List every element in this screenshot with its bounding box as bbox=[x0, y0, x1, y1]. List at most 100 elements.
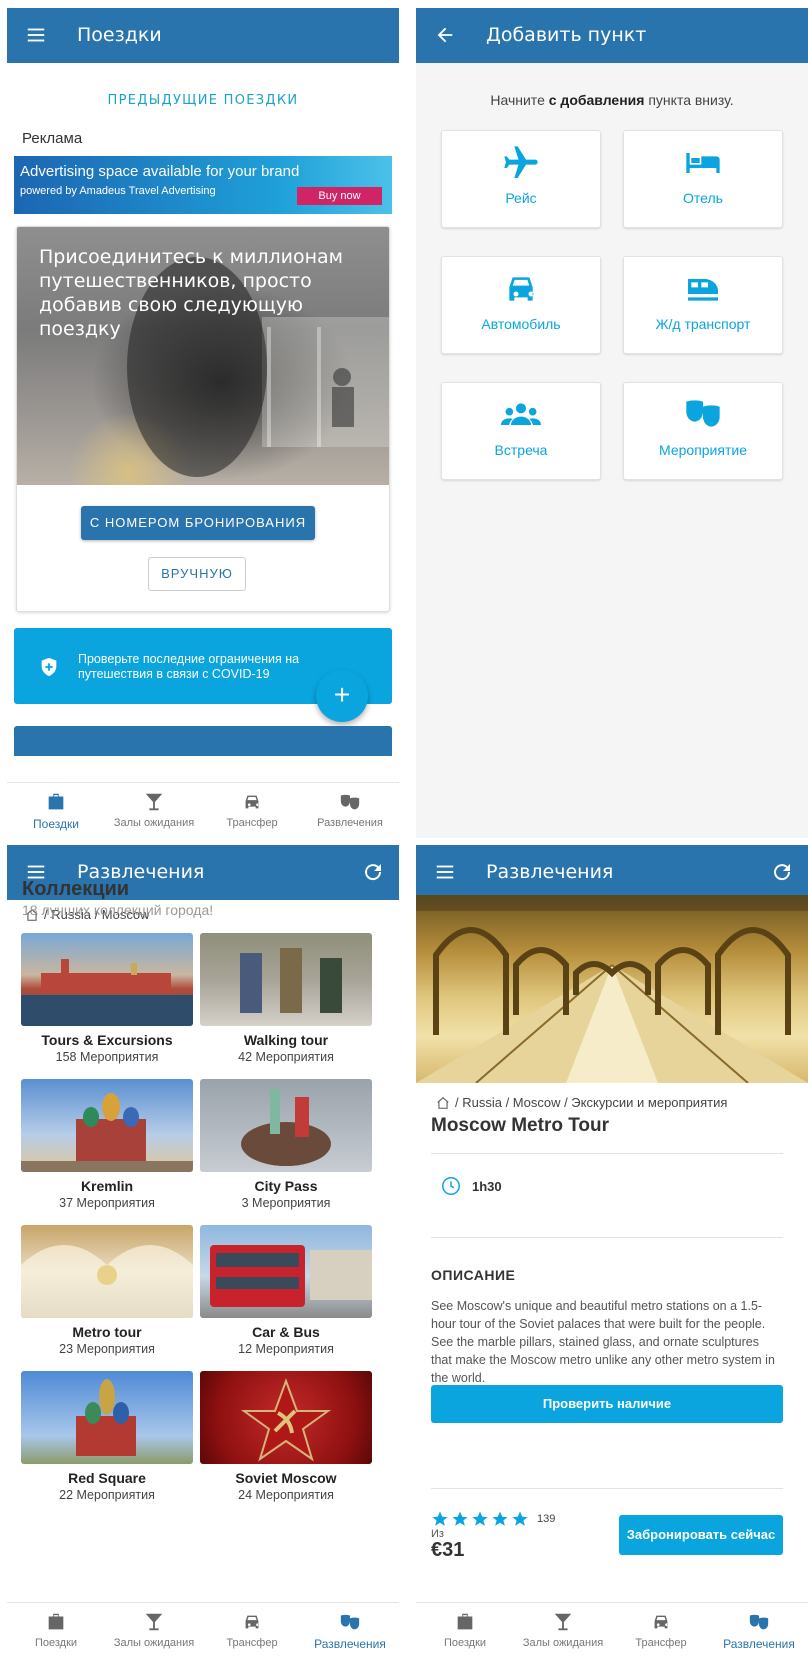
collection-card[interactable]: Soviet Moscow 24 Мероприятия bbox=[200, 1371, 372, 1502]
nav-lounges-label: Залы ожидания bbox=[113, 817, 195, 829]
collection-name: Car & Bus bbox=[252, 1324, 320, 1340]
star-icon bbox=[492, 1511, 508, 1526]
airplane-icon bbox=[504, 146, 538, 178]
tile-event[interactable]: Мероприятие bbox=[623, 382, 783, 480]
collection-image bbox=[21, 1079, 193, 1172]
nav-transfer[interactable]: Трансфер bbox=[203, 783, 301, 838]
collection-image bbox=[200, 933, 372, 1026]
tile-car[interactable]: Автомобиль bbox=[441, 256, 601, 354]
nav-transfer[interactable]: Трансфер bbox=[612, 1603, 710, 1658]
breadcrumb: / Russia / Moscow / Экскурсии и мероприя… bbox=[436, 1095, 727, 1110]
collection-image bbox=[200, 1371, 372, 1464]
collection-image bbox=[21, 1225, 193, 1318]
star-icon bbox=[472, 1511, 488, 1526]
collection-count: 22 Мероприятия bbox=[59, 1488, 155, 1502]
collection-card[interactable]: Tours & Excursions 158 Мероприятия bbox=[21, 933, 193, 1064]
collection-count: 24 Мероприятия bbox=[238, 1488, 334, 1502]
booking-number-button[interactable]: С НОМЕРОМ БРОНИРОВАНИЯ bbox=[81, 506, 315, 540]
collection-image bbox=[200, 1079, 372, 1172]
tour-title: Moscow Metro Tour bbox=[431, 1115, 610, 1136]
tour-detail-screen: Развлечения / Russia / Moscow / Экскурси… bbox=[416, 845, 808, 1658]
hint-pre: Начните bbox=[490, 92, 549, 108]
collection-card[interactable]: Metro tour 23 Мероприятия bbox=[21, 1225, 193, 1356]
car-icon bbox=[245, 1615, 259, 1629]
collection-name: Metro tour bbox=[72, 1324, 142, 1340]
divider bbox=[431, 1237, 783, 1238]
collection-card[interactable]: Kremlin 37 Мероприятия bbox=[21, 1079, 193, 1210]
nav-lounges[interactable]: Залы ожидания bbox=[514, 1603, 612, 1658]
add-fab-button[interactable]: + bbox=[316, 670, 368, 722]
car-icon bbox=[509, 277, 534, 301]
hint-bold: с добавления bbox=[548, 92, 645, 108]
nav-transfer[interactable]: Трансфер bbox=[203, 1603, 301, 1658]
description-text: See Moscow's unique and beautiful metro … bbox=[431, 1299, 775, 1385]
ad-banner[interactable]: Advertising space available for your bra… bbox=[14, 156, 392, 214]
app-bar: Добавить пункт bbox=[416, 8, 808, 63]
previous-trips-link[interactable]: ПРЕДЫДУЩИЕ ПОЕЗДКИ bbox=[7, 93, 399, 108]
suitcase-icon bbox=[48, 793, 64, 810]
collection-card[interactable]: City Pass 3 Мероприятия bbox=[200, 1079, 372, 1210]
nav-trips[interactable]: Поездки bbox=[416, 1603, 514, 1658]
description-heading: ОПИСАНИЕ bbox=[431, 1267, 516, 1283]
ad-label: Реклама bbox=[22, 130, 83, 147]
refresh-icon[interactable] bbox=[770, 860, 794, 884]
nav-entertainment[interactable]: Развлечения bbox=[301, 783, 399, 838]
nav-trips-label: Поездки bbox=[33, 817, 79, 831]
tile-event-label: Мероприятие bbox=[659, 442, 747, 458]
page-title: Поездки bbox=[77, 24, 162, 46]
tile-meeting-label: Встреча bbox=[494, 442, 548, 458]
collection-name: City Pass bbox=[254, 1178, 318, 1194]
nav-transfer-label: Трансфер bbox=[226, 817, 278, 829]
nav-trips-label: Поездки bbox=[34, 1637, 78, 1649]
cocktail-icon bbox=[145, 1613, 163, 1631]
car-icon bbox=[245, 795, 259, 809]
home-icon[interactable] bbox=[436, 1096, 450, 1110]
nav-entertainment[interactable]: Развлечения bbox=[301, 1603, 399, 1658]
nav-lounges[interactable]: Залы ожидания bbox=[105, 1603, 203, 1658]
breadcrumb-text[interactable]: / Russia / Moscow / Экскурсии и мероприя… bbox=[455, 1095, 727, 1110]
nav-lounges[interactable]: Залы ожидания bbox=[105, 783, 203, 838]
tile-meeting[interactable]: Встреча bbox=[441, 382, 601, 480]
refresh-icon[interactable] bbox=[361, 860, 385, 884]
hero-text: Присоединитесь к миллионам путешественни… bbox=[39, 246, 344, 340]
nav-entertainment-label: Развлечения bbox=[314, 1637, 386, 1651]
collection-count: 158 Мероприятия bbox=[55, 1050, 159, 1064]
divider bbox=[431, 1488, 783, 1489]
suitcase-icon bbox=[48, 1613, 64, 1630]
ad-buy-button[interactable]: Buy now bbox=[297, 187, 382, 205]
hint-post: пункта внизу. bbox=[644, 92, 734, 108]
collection-card[interactable]: Red Square 22 Мероприятия bbox=[21, 1371, 193, 1502]
book-now-button[interactable]: Забронировать сейчас bbox=[619, 1515, 783, 1555]
nav-entertainment[interactable]: Развлечения bbox=[710, 1603, 808, 1658]
page-title: Развлечения bbox=[486, 861, 614, 883]
menu-icon[interactable] bbox=[434, 861, 456, 883]
menu-icon[interactable] bbox=[25, 24, 47, 46]
back-arrow-icon[interactable] bbox=[434, 24, 456, 46]
nav-trips-label: Поездки bbox=[443, 1637, 487, 1649]
tile-rail[interactable]: Ж/д транспорт bbox=[623, 256, 783, 354]
tile-hotel[interactable]: Отель bbox=[623, 130, 783, 228]
hero-image: Присоединитесь к миллионам путешественни… bbox=[17, 227, 389, 485]
people-icon bbox=[501, 403, 541, 425]
collection-name: Walking tour bbox=[243, 1032, 329, 1048]
car-icon bbox=[654, 1615, 668, 1629]
collection-card[interactable]: Car & Bus 12 Мероприятия bbox=[200, 1225, 372, 1356]
nav-transfer-label: Трансфер bbox=[635, 1637, 687, 1649]
train-icon bbox=[688, 279, 718, 301]
nav-trips[interactable]: Поездки bbox=[7, 1603, 105, 1658]
collections-heading: Коллекции bbox=[22, 878, 130, 900]
nav-trips[interactable]: Поездки bbox=[7, 783, 105, 838]
trips-screen: Поездки ПРЕДЫДУЩИЕ ПОЕЗДКИ Реклама Adver… bbox=[7, 8, 399, 838]
tile-flight[interactable]: Рейс bbox=[441, 130, 601, 228]
check-availability-button[interactable]: Проверить наличие bbox=[431, 1385, 783, 1423]
bottom-nav: Поездки Залы ожидания Трансфер Развлечен… bbox=[7, 782, 399, 838]
manual-entry-button[interactable]: ВРУЧНУЮ bbox=[148, 557, 246, 591]
theater-masks-icon bbox=[749, 1614, 769, 1630]
tile-car-label: Автомобиль bbox=[481, 316, 561, 332]
ad-subline: powered by Amadeus Travel Advertising bbox=[20, 185, 216, 197]
cocktail-icon bbox=[554, 1613, 572, 1631]
theater-masks-icon bbox=[686, 400, 720, 427]
collection-card[interactable]: Walking tour 42 Мероприятия bbox=[200, 933, 372, 1064]
collection-count: 37 Мероприятия bbox=[59, 1196, 155, 1210]
rating: 139 bbox=[431, 1510, 555, 1528]
